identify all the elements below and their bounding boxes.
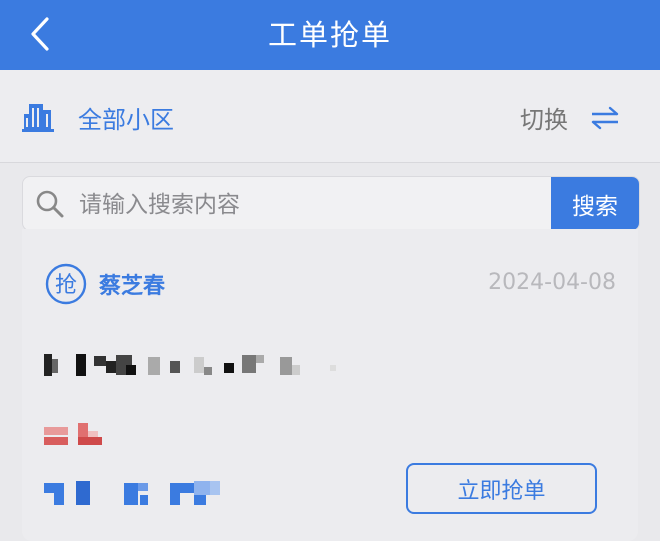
redacted-contact bbox=[44, 481, 220, 505]
redacted-status bbox=[44, 423, 102, 445]
search-icon bbox=[36, 190, 64, 218]
search-button[interactable]: 搜索 bbox=[551, 177, 639, 230]
order-date: 2024-04-08 bbox=[488, 270, 616, 295]
search-input[interactable] bbox=[77, 177, 551, 230]
community-bar: 全部小区 切换 bbox=[0, 70, 660, 163]
redacted-address bbox=[44, 354, 336, 376]
community-name[interactable]: 全部小区 bbox=[78, 100, 174, 135]
requester-name: 蔡芝春 bbox=[99, 274, 166, 299]
page-title: 工单抢单 bbox=[267, 18, 392, 52]
switch-label: 切换 bbox=[520, 106, 568, 134]
grab-icon: 抢 bbox=[45, 263, 87, 305]
order-card[interactable]: 抢 蔡芝春 2024-04-08 立即抢单 bbox=[22, 229, 638, 541]
building-icon bbox=[22, 104, 54, 132]
switch-community-button[interactable]: 切换 bbox=[520, 100, 620, 135]
grab-icon-glyph: 抢 bbox=[55, 273, 77, 298]
app-header: 工单抢单 bbox=[0, 0, 660, 70]
grab-order-button[interactable]: 立即抢单 bbox=[406, 463, 597, 514]
search-bar: 搜索 bbox=[22, 176, 640, 231]
swap-arrows-icon bbox=[591, 106, 619, 129]
